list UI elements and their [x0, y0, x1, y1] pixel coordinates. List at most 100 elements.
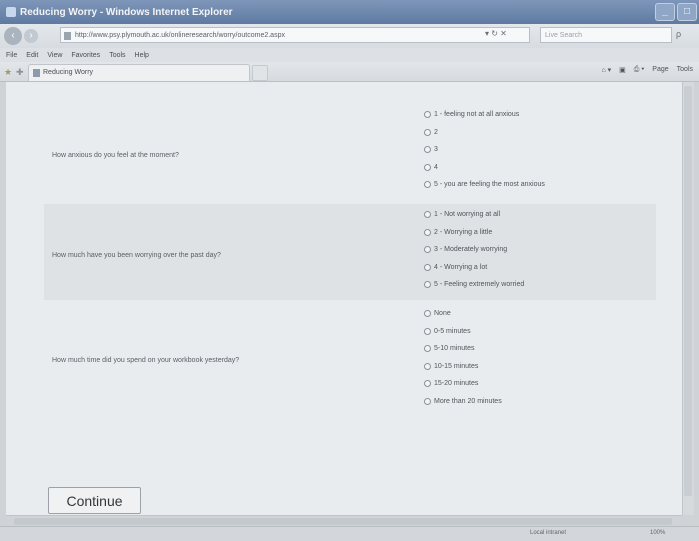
question-text: How anxious do you feel at the moment?	[52, 152, 179, 159]
radio-option[interactable]: More than 20 minutes	[424, 393, 502, 411]
radio-button[interactable]	[424, 310, 431, 318]
option-label: 10-15 minutes	[434, 362, 479, 370]
continue-button[interactable]: Continue	[48, 487, 141, 514]
radio-option[interactable]: 2 - Worrying a little	[424, 224, 524, 242]
question-text: How much time did you spend on your work…	[52, 357, 240, 364]
radio-button[interactable]	[424, 345, 431, 353]
radio-button[interactable]	[424, 397, 431, 405]
radio-button[interactable]	[424, 228, 431, 236]
address-url: http://www.psy.plymouth.ac.uk/onlinerese…	[75, 32, 285, 39]
radio-button[interactable]	[424, 380, 431, 388]
maximize-button[interactable]: □	[677, 3, 697, 21]
radio-button[interactable]	[424, 263, 431, 271]
option-label: 4 - Worrying a lot	[434, 263, 488, 271]
radio-option[interactable]: 10-15 minutes	[424, 358, 502, 376]
radio-option[interactable]: 0-5 minutes	[424, 323, 502, 341]
question-worry: How much have you been worrying over the…	[44, 204, 656, 300]
radio-button[interactable]	[424, 246, 431, 254]
options-workbook-time: None 0-5 minutes 5-10 minutes 10-15 minu…	[424, 305, 502, 410]
radio-option[interactable]: 5 - you are feeling the most anxious	[424, 176, 545, 194]
menu-bar: File Edit View Favorites Tools Help	[0, 48, 699, 62]
options-anxiety: 1 - feeling not at all anxious 2 3 4 5 -…	[424, 106, 545, 194]
tab-page-icon	[33, 69, 40, 77]
tab-reducing-worry[interactable]: Reducing Worry	[28, 64, 250, 81]
radio-button[interactable]	[424, 211, 431, 219]
tab-bar: ★ ✚ Reducing Worry ⌂ ▾ ▣ ⎙ ▾ Page Tools	[0, 62, 699, 82]
radio-button[interactable]	[424, 163, 431, 171]
command-bar: ⌂ ▾ ▣ ⎙ ▾ Page Tools	[601, 66, 693, 74]
radio-button[interactable]	[424, 181, 431, 189]
options-worry: 1 - Not worrying at all 2 - Worrying a l…	[424, 206, 524, 294]
option-label: 3 - Moderately worrying	[434, 246, 508, 254]
feeds-icon[interactable]: ▣	[619, 66, 626, 74]
question-workbook-time: How much time did you spend on your work…	[44, 305, 656, 415]
radio-option[interactable]: None	[424, 305, 502, 323]
option-label: 2	[434, 128, 438, 136]
radio-button[interactable]	[424, 362, 431, 370]
radio-option[interactable]: 3	[424, 141, 545, 159]
option-label: 5 - Feeling extremely worried	[434, 281, 525, 289]
option-label: 5-10 minutes	[434, 345, 475, 353]
radio-option[interactable]: 15-20 minutes	[424, 375, 502, 393]
radio-button[interactable]	[424, 128, 431, 136]
menu-favorites[interactable]: Favorites	[71, 52, 100, 59]
radio-option[interactable]: 1 - feeling not at all anxious	[424, 106, 545, 124]
search-input[interactable]: Live Search	[540, 27, 672, 43]
radio-button[interactable]	[424, 146, 431, 154]
question-anxiety: How anxious do you feel at the moment? 1…	[44, 106, 656, 194]
option-label: More than 20 minutes	[434, 397, 502, 405]
radio-button[interactable]	[424, 327, 431, 335]
radio-button[interactable]	[424, 281, 431, 289]
favorites-star-icon[interactable]: ★	[4, 67, 12, 78]
page-menu[interactable]: Page	[652, 66, 668, 74]
radio-option[interactable]: 3 - Moderately worrying	[424, 241, 524, 259]
radio-option[interactable]: 4 - Worrying a lot	[424, 259, 524, 277]
radio-option[interactable]: 5-10 minutes	[424, 340, 502, 358]
menu-help[interactable]: Help	[135, 52, 149, 59]
window-title-bar: Reducing Worry - Windows Internet Explor…	[0, 0, 699, 24]
home-icon[interactable]: ⌂ ▾	[601, 66, 611, 74]
ie-app-icon	[6, 7, 16, 17]
option-label: 1 - Not worrying at all	[434, 211, 501, 219]
address-field[interactable]: http://www.psy.plymouth.ac.uk/onlinerese…	[60, 27, 530, 43]
tab-label: Reducing Worry	[43, 69, 94, 76]
option-label: 3	[434, 146, 438, 154]
security-zone: Local intranet	[530, 530, 567, 536]
option-label: 15-20 minutes	[434, 380, 479, 388]
menu-edit[interactable]: Edit	[26, 52, 38, 59]
search-icon[interactable]: ρ	[676, 29, 681, 39]
option-label: 5 - you are feeling the most anxious	[434, 181, 545, 189]
scroll-thumb[interactable]	[684, 86, 692, 496]
tools-menu[interactable]: Tools	[677, 66, 693, 74]
scroll-thumb[interactable]	[14, 518, 672, 525]
radio-option[interactable]: 5 - Feeling extremely worried	[424, 276, 524, 294]
search-placeholder: Live Search	[545, 32, 582, 39]
status-bar: Local intranet 100%	[0, 526, 699, 541]
radio-option[interactable]: 2	[424, 124, 545, 142]
refresh-stop-buttons[interactable]: ▾ ↻ ✕	[485, 29, 507, 38]
menu-view[interactable]: View	[47, 52, 62, 59]
question-text: How much have you been worrying over the…	[52, 252, 221, 259]
option-label: 2 - Worrying a little	[434, 228, 493, 236]
new-tab-button[interactable]	[252, 65, 268, 81]
minimize-button[interactable]: _	[655, 3, 675, 21]
add-favorites-icon[interactable]: ✚	[16, 67, 24, 78]
back-button[interactable]: ‹	[4, 27, 22, 45]
menu-file[interactable]: File	[6, 52, 17, 59]
window-controls: _ □	[655, 3, 697, 21]
address-toolbar: ‹ › http://www.psy.plymouth.ac.uk/online…	[0, 24, 699, 48]
option-label: 4	[434, 163, 438, 171]
option-label: 1 - feeling not at all anxious	[434, 111, 520, 119]
page-icon	[64, 32, 71, 40]
option-label: None	[434, 310, 451, 318]
radio-option[interactable]: 1 - Not worrying at all	[424, 206, 524, 224]
radio-button[interactable]	[424, 111, 431, 119]
forward-button[interactable]: ›	[24, 29, 38, 43]
radio-option[interactable]: 4	[424, 159, 545, 177]
menu-tools[interactable]: Tools	[109, 52, 125, 59]
window-title: Reducing Worry - Windows Internet Explor…	[20, 6, 233, 18]
zoom-level[interactable]: 100%	[650, 530, 665, 536]
print-icon[interactable]: ⎙ ▾	[634, 66, 645, 74]
vertical-scrollbar[interactable]	[682, 82, 694, 515]
option-label: 0-5 minutes	[434, 327, 471, 335]
